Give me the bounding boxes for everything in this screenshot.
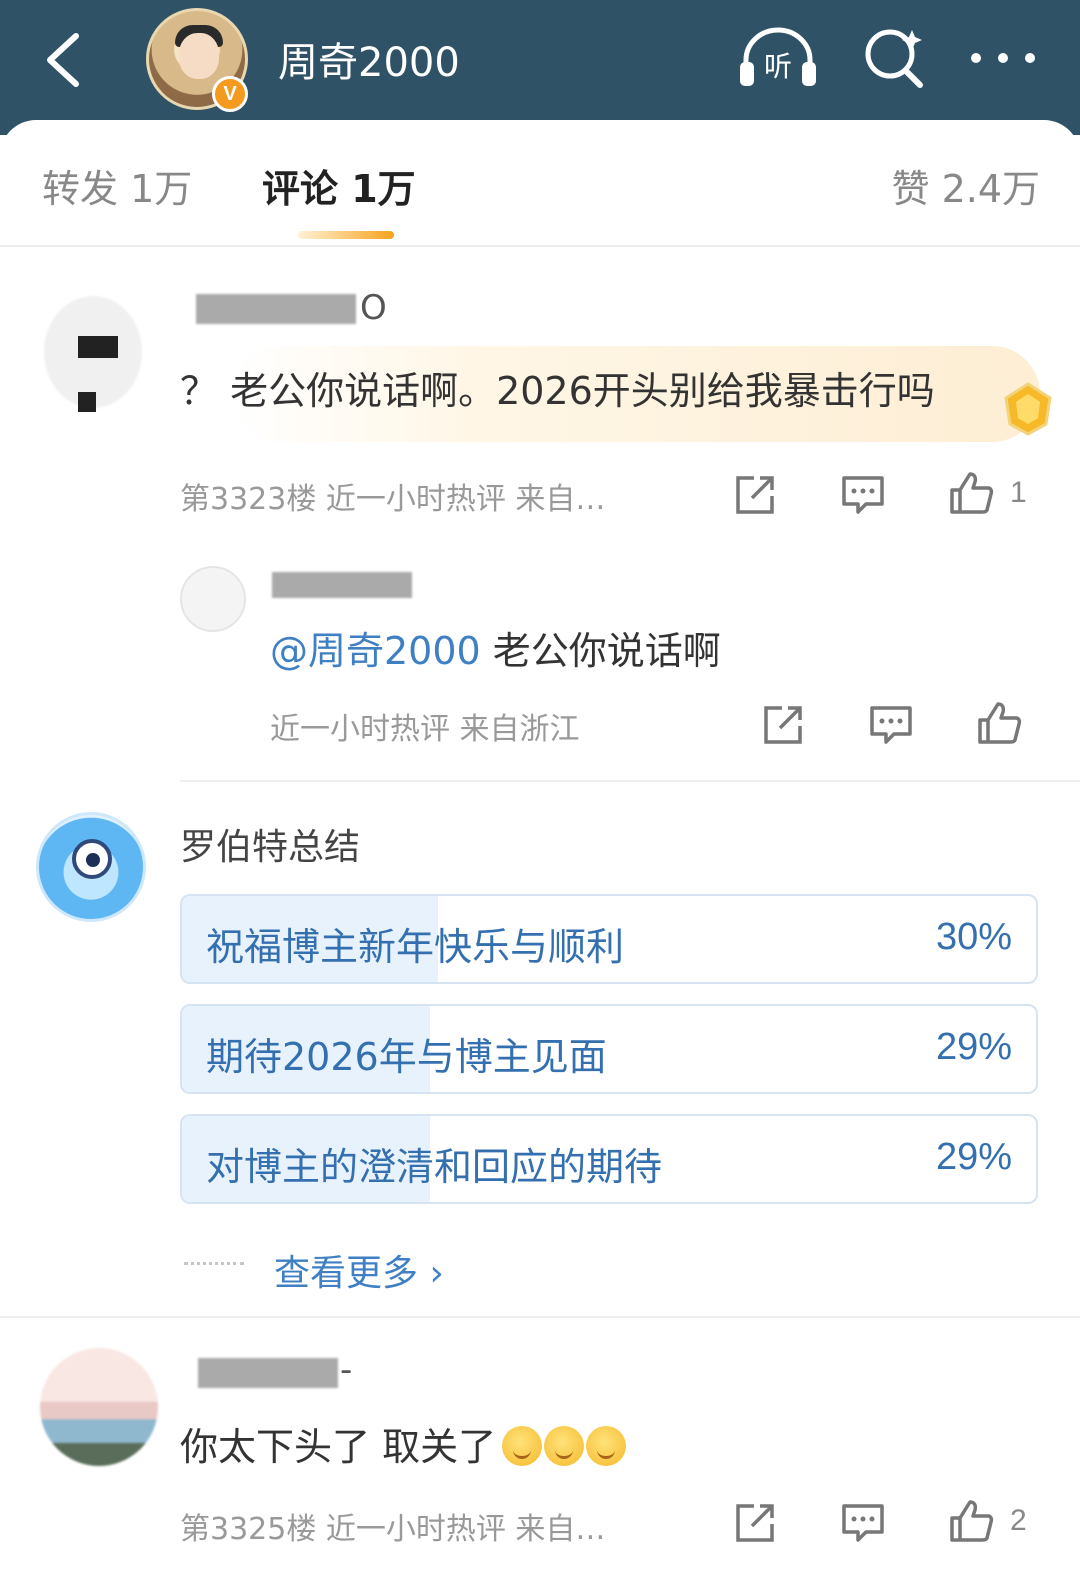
poll-option-percent: 29% — [935, 1136, 1012, 1178]
gold-badge-icon — [1004, 382, 1052, 436]
like-icon[interactable] — [948, 470, 994, 516]
grin-emoji-icon — [502, 1426, 543, 1466]
like-count: 1 — [1010, 476, 1027, 509]
poll-option[interactable]: 祝福博主新年快乐与顺利 30% — [180, 894, 1038, 984]
username-redacted — [196, 294, 356, 324]
reply-meta: 近一小时热评 来自浙江 — [270, 712, 580, 747]
dotted-connector — [184, 1262, 244, 1265]
verified-badge: V — [212, 76, 248, 112]
poll-option-label: 期待2026年与博主见面 — [206, 1035, 607, 1079]
poll-option-label: 对博主的澄清和回应的期待 — [206, 1145, 663, 1189]
see-more-link[interactable]: 查看更多 › — [274, 1244, 444, 1296]
grin-emoji-icon — [586, 1426, 627, 1466]
username[interactable]: 罗伯特总结 — [180, 818, 360, 870]
grin-emoji-icon — [544, 1426, 585, 1466]
robot-pupil — [86, 853, 100, 867]
like-icon[interactable] — [948, 1498, 994, 1544]
listen-label: 听 — [764, 50, 792, 83]
reply-username-redacted — [272, 572, 412, 598]
poll-option-percent: 29% — [935, 1026, 1012, 1068]
reply-text: @周奇2000 老公你说话啊 — [270, 620, 721, 675]
more-icon[interactable] — [968, 48, 1038, 68]
username[interactable]: O — [360, 288, 387, 328]
like-count: 2 — [1010, 1504, 1027, 1537]
comment-text: ？ 老公你说话啊。2026开头别给我暴击行吗 — [180, 369, 935, 413]
comment-text: 你太下头了 取关了 — [180, 1416, 628, 1471]
poll-option-label: 祝福博主新年快乐与顺利 — [206, 925, 625, 969]
search-icon[interactable] — [862, 24, 928, 90]
like-icon[interactable] — [976, 700, 1022, 746]
avatar-face — [179, 33, 219, 79]
username[interactable]: - — [340, 1350, 352, 1390]
robot-eye — [72, 839, 112, 879]
comment-text-body: 你太下头了 取关了 — [180, 1425, 497, 1469]
comment-meta: 第3323楼 近一小时热评 来自… — [180, 482, 606, 517]
tab-divider — [0, 245, 1080, 247]
listen-icon[interactable]: 听 — [738, 24, 818, 88]
robot-avatar[interactable] — [36, 812, 146, 922]
comment-icon[interactable] — [868, 702, 914, 748]
reply-avatar[interactable] — [180, 566, 246, 632]
reply-body: 老公你说话啊 — [480, 629, 721, 673]
back-icon[interactable] — [40, 30, 88, 90]
tab-reposts[interactable]: 转发 1万 — [42, 158, 192, 213]
content-sheet — [0, 120, 1080, 1593]
tab-comments[interactable]: 评论 1万 — [262, 158, 416, 213]
poll-option[interactable]: 期待2026年与博主见面 29% — [180, 1004, 1038, 1094]
divider — [180, 780, 1080, 782]
active-tab-indicator — [298, 231, 394, 239]
avatar-pixel — [78, 336, 118, 358]
tab-bar: 转发 1万 评论 1万 赞 2.4万 — [0, 120, 1080, 245]
share-icon[interactable] — [732, 472, 778, 518]
tab-likes[interactable]: 赞 2.4万 — [891, 158, 1040, 213]
page-title[interactable]: 周奇2000 — [278, 30, 460, 88]
comment-icon[interactable] — [840, 1500, 886, 1546]
mention-link[interactable]: @周奇2000 — [270, 629, 481, 673]
poll-option[interactable]: 对博主的澄清和回应的期待 29% — [180, 1114, 1038, 1204]
avatar[interactable] — [40, 1348, 158, 1466]
username-redacted — [198, 1358, 338, 1388]
avatar-pixel — [78, 392, 96, 412]
comment-icon[interactable] — [840, 472, 886, 518]
top-bar: V 周奇2000 听 — [0, 0, 1080, 135]
share-icon[interactable] — [732, 1500, 778, 1546]
share-icon[interactable] — [760, 702, 806, 748]
comment-meta: 第3325楼 近一小时热评 来自… — [180, 1512, 606, 1547]
divider — [0, 1316, 1080, 1318]
poll-option-percent: 30% — [935, 916, 1012, 958]
